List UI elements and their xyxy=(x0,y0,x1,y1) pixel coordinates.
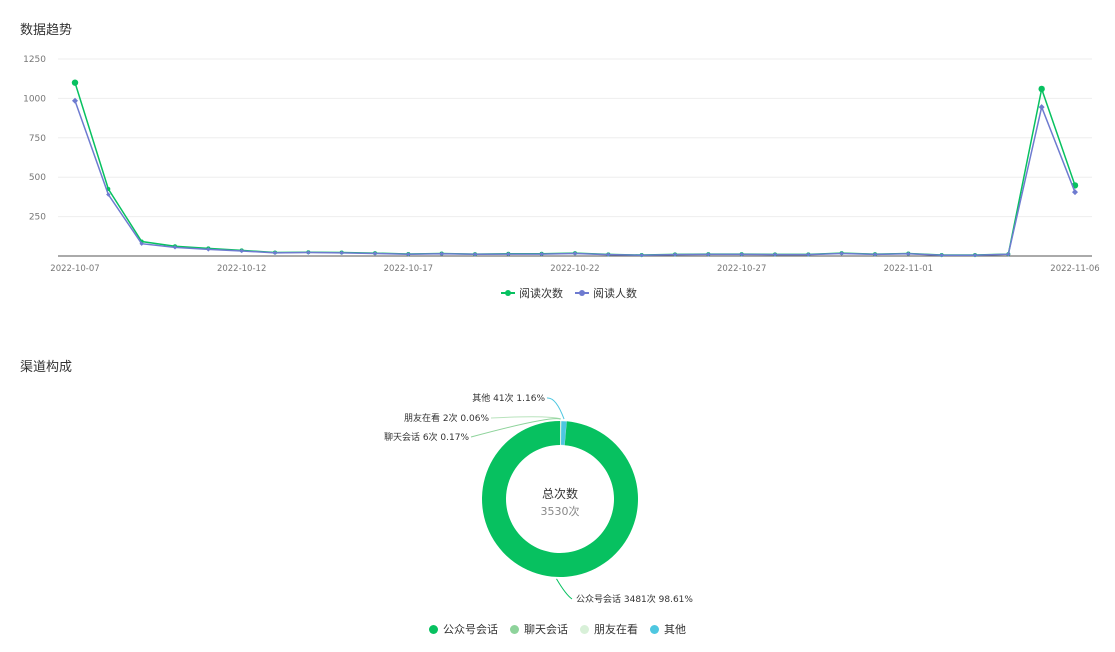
reader-count-line-icon xyxy=(575,289,589,297)
trend-legend: 阅读次数 阅读人数 xyxy=(495,285,643,301)
official-account-dot-icon xyxy=(429,624,438,634)
data-point[interactable] xyxy=(639,253,644,258)
y-tick-label: 1250 xyxy=(23,55,46,65)
trend-x-axis: 2022-10-07 2022-10-12 2022-10-17 2022-10-22… xyxy=(50,264,1099,274)
series-line xyxy=(74,82,1076,256)
label-leader-line xyxy=(556,578,573,600)
y-tick-label: 1000 xyxy=(23,94,46,104)
x-tick-label: 2022-10-27 xyxy=(717,264,766,274)
data-point[interactable] xyxy=(972,253,978,258)
legend-item-chat[interactable]: 聊天会话 xyxy=(510,621,568,637)
x-tick-label: 2022-10-12 xyxy=(217,264,266,274)
read-count-line-icon xyxy=(501,289,515,297)
legend-label-reader-count: 阅读人数 xyxy=(593,287,637,300)
series-read-count xyxy=(71,79,1079,258)
trend-series-group xyxy=(71,79,1079,258)
data-point[interactable] xyxy=(1038,85,1045,93)
trend-line-chart: 25050075010001250 2022-10-07 2022-10-12 20… xyxy=(23,55,1100,274)
trend-grid xyxy=(58,58,1092,257)
x-tick-label: 2022-11-01 xyxy=(884,264,933,274)
slice-label: 聊天会话 6次 0.17% xyxy=(384,431,469,443)
data-point[interactable] xyxy=(939,253,944,258)
legend-item-other[interactable]: 其他 xyxy=(650,621,686,637)
slice-label: 其他 41次 1.16% xyxy=(472,392,545,404)
legend-item-reader-count[interactable]: 阅读人数 xyxy=(575,285,637,301)
legend-item-read-count[interactable]: 阅读次数 xyxy=(501,285,563,301)
series-line xyxy=(74,100,1076,256)
y-tick-label: 250 xyxy=(29,213,46,223)
slice-label: 朋友在看 2次 0.06% xyxy=(404,412,489,424)
data-point[interactable] xyxy=(1038,104,1045,111)
x-tick-label: 2022-10-22 xyxy=(550,264,599,274)
x-tick-label: 2022-11-06 xyxy=(1050,264,1099,274)
trend-section-title: 数据趋势 xyxy=(20,23,73,38)
legend-label-official-account: 公众号会话 xyxy=(443,623,498,636)
data-point[interactable] xyxy=(71,79,79,86)
legend-label-chat: 聊天会话 xyxy=(524,623,568,636)
chat-dot-icon xyxy=(510,624,519,634)
legend-label-read-count: 阅读次数 xyxy=(519,287,563,300)
legend-item-friends-watching[interactable]: 朋友在看 xyxy=(580,621,638,637)
donut-center-title: 总次数 xyxy=(542,486,578,501)
channel-legend: 公众号会话 聊天会话 朋友在看 其他 xyxy=(423,621,692,637)
other-dot-icon xyxy=(650,624,659,634)
legend-label-friends-watching: 朋友在看 xyxy=(594,623,638,636)
y-tick-label: 750 xyxy=(29,134,46,144)
friends-watching-dot-icon xyxy=(580,624,589,634)
x-tick-label: 2022-10-17 xyxy=(384,264,433,274)
channel-donut-chart: 其他 41次 1.16% 朋友在看 2次 0.06% 聊天会话 6次 0.17% 公众… xyxy=(384,392,693,605)
data-point[interactable] xyxy=(1072,189,1078,196)
x-tick-label: 2022-10-07 xyxy=(50,264,99,274)
legend-label-other: 其他 xyxy=(664,623,686,636)
y-tick-label: 500 xyxy=(29,173,46,183)
trend-y-axis: 250 500 750 1000 1250 xyxy=(23,55,46,223)
label-leader-line xyxy=(546,397,565,420)
legend-item-official-account[interactable]: 公众号会话 xyxy=(429,621,498,637)
channel-section-title: 渠道构成 xyxy=(20,360,73,375)
slice-label: 公众号会话 3481次 98.61% xyxy=(576,593,693,605)
donut-center-value: 3530次 xyxy=(541,504,580,518)
